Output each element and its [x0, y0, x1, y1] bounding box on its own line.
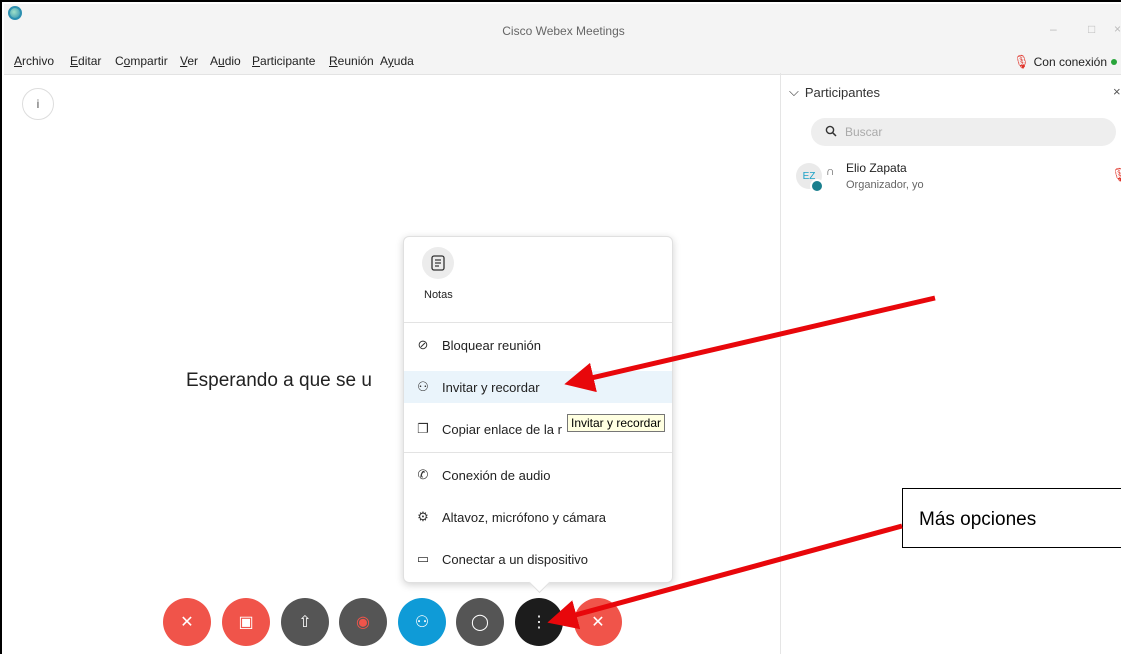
headset-icon: ∩ [826, 164, 835, 178]
record-button[interactable]: ◉ [339, 598, 387, 646]
notes-button[interactable] [422, 247, 454, 279]
chat-button[interactable]: ◯ [456, 598, 504, 646]
connection-label: Con conexión [1033, 55, 1107, 69]
phone-icon: ✆ [417, 467, 429, 482]
menu-divider [404, 322, 672, 323]
minimize-button[interactable]: – [1050, 22, 1057, 36]
menu-divider [404, 452, 672, 453]
participant-search-input[interactable]: Buscar [811, 118, 1116, 146]
mic-muted-icon: 🎙︎ [1013, 54, 1030, 69]
participants-header[interactable]: ⌵ Participantes [789, 84, 880, 100]
participant-role: Organizador, yo [846, 179, 924, 191]
connection-dot-icon [1111, 59, 1117, 65]
invite-remind-label: Invitar y recordar [442, 379, 540, 395]
chat-icon: ◯ [471, 614, 489, 631]
participant-name: Elio Zapata [846, 161, 907, 175]
more-icon: ⋮ [531, 614, 547, 631]
menu-bar: Archivo Editar Compartir Ver Audio Parti… [4, 50, 1121, 75]
invite-tooltip: Invitar y recordar [567, 414, 666, 432]
menu-participante[interactable]: Participante [252, 54, 315, 68]
meeting-info-button[interactable]: i [22, 88, 54, 120]
audio-connection-label: Conexión de audio [442, 467, 551, 483]
chevron-down-icon: ⌵ [789, 84, 799, 99]
notes-icon [431, 255, 445, 271]
status-indicator-icon [810, 179, 824, 193]
end-meeting-button[interactable]: ✕ [574, 598, 622, 646]
speaker-mic-camera-label: Altavoz, micrófono y cámara [442, 509, 607, 525]
close-window-button[interactable]: × [1114, 22, 1121, 36]
close-participants-button[interactable]: × [1113, 84, 1121, 99]
participants-title: Participantes [804, 84, 881, 100]
speaker-mic-camera-item[interactable]: ⚙ Altavoz, micrófono y cámara [404, 501, 672, 533]
title-bar: Cisco Webex Meetings – □ × [4, 4, 1121, 50]
window-title: Cisco Webex Meetings [502, 24, 625, 38]
info-icon: i [36, 97, 40, 111]
lock-meeting-label: Bloquear reunión [442, 337, 542, 353]
lock-meeting-item[interactable]: ⊘ Bloquear reunión [404, 329, 672, 361]
maximize-button[interactable]: □ [1088, 22, 1095, 36]
webex-logo-icon [8, 6, 22, 20]
copy-icon: ❐ [417, 421, 429, 436]
menu-archivo[interactable]: Archivo [14, 54, 54, 68]
menu-ayuda[interactable]: Ayuda [380, 54, 414, 68]
waiting-message: Esperando a que se u [186, 370, 372, 391]
connection-status[interactable]: 🎙︎ Con conexión [1013, 54, 1117, 70]
close-icon: ✕ [591, 614, 605, 631]
notes-label: Notas [424, 289, 453, 301]
search-placeholder: Buscar [845, 125, 883, 139]
participants-icon: ⚇ [414, 614, 430, 631]
menu-audio[interactable]: Audio [210, 54, 241, 68]
menu-editar[interactable]: Editar [70, 54, 101, 68]
panel-divider [780, 73, 781, 654]
annotation-callout: Más opciones [902, 488, 1121, 548]
more-options-button[interactable]: ⋮ [515, 598, 563, 646]
menu-ver[interactable]: Ver [180, 54, 198, 68]
lock-circle-icon: ⊘ [417, 337, 429, 352]
invite-person-icon: ⚇ [417, 379, 429, 394]
search-icon [825, 125, 837, 140]
more-options-menu: Notas ⊘ Bloquear reunión ⚇ Invitar y rec… [403, 236, 673, 583]
menu-archivo-label: rchivo [22, 54, 55, 68]
participant-mic-muted-icon[interactable]: 🎙︎ [1111, 167, 1121, 183]
copy-link-label: Copiar enlace de la r [442, 421, 562, 437]
menu-reunion[interactable]: Reunión [329, 54, 374, 68]
video-button[interactable]: ▣ [222, 598, 270, 646]
share-icon: ⇧ [298, 614, 312, 631]
participants-button[interactable]: ⚇ [398, 598, 446, 646]
audio-connection-item[interactable]: ✆ Conexión de audio [404, 459, 672, 491]
connect-device-label: Conectar a un dispositivo [442, 551, 588, 567]
menu-compartir[interactable]: Compartir [115, 54, 168, 68]
mic-off-icon: ✕ [180, 614, 194, 631]
share-button[interactable]: ⇧ [281, 598, 329, 646]
record-icon: ◉ [356, 614, 370, 631]
gear-icon: ⚙ [417, 509, 429, 524]
mute-button[interactable]: ✕ [163, 598, 211, 646]
invite-remind-item[interactable]: ⚇ Invitar y recordar [404, 371, 672, 403]
video-off-icon: ▣ [238, 614, 254, 631]
connect-device-item[interactable]: ▭ Conectar a un dispositivo [404, 543, 672, 575]
cast-icon: ▭ [416, 551, 430, 566]
